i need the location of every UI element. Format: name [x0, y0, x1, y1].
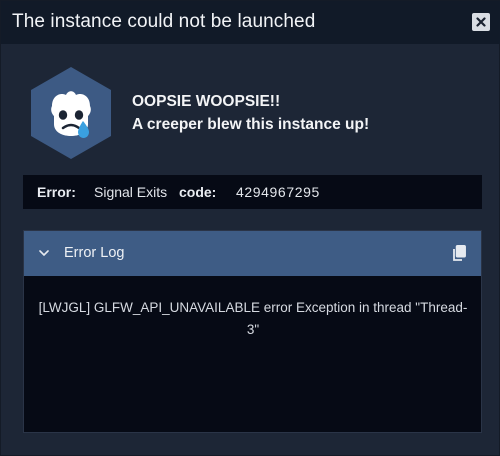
code-value: 4294967295: [236, 184, 320, 200]
error-dialog: The instance could not be launched OOPSI…: [0, 0, 500, 456]
chevron-down-icon[interactable]: [38, 248, 50, 258]
error-log-title: Error Log: [64, 245, 125, 261]
copy-icon[interactable]: [452, 245, 466, 261]
error-summary: Error: Signal Exits code: 4294967295: [23, 175, 482, 209]
sad-face-hexagon-icon: [31, 67, 111, 159]
dialog-title: The instance could not be launched: [12, 11, 316, 32]
title-bar: The instance could not be launched: [1, 1, 500, 44]
close-icon: [476, 17, 486, 27]
error-message: OOPSIE WOOPSIE!! A creeper blew this ins…: [132, 90, 369, 136]
close-button[interactable]: [472, 13, 490, 31]
message-line-2: A creeper blew this instance up!: [132, 116, 370, 133]
error-log-header[interactable]: Error Log: [24, 231, 481, 276]
error-value: Signal Exits: [94, 184, 168, 200]
code-label: code:: [179, 184, 217, 200]
error-label: Error:: [37, 184, 76, 200]
error-log-panel: Error Log [LWJGL] GLFW_API_UNAVAILABLE e…: [23, 230, 482, 433]
message-line-1: OOPSIE WOOPSIE!!: [132, 93, 281, 110]
error-log-text: [LWJGL] GLFW_API_UNAVAILABLE error Excep…: [38, 300, 468, 337]
